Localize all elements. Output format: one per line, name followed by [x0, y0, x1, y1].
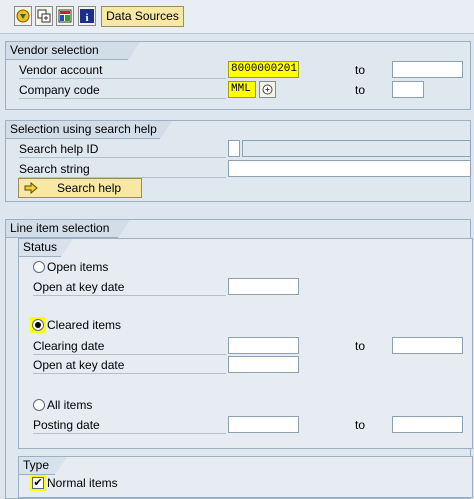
- open-key-date-input[interactable]: [228, 278, 299, 295]
- normal-items-label: Normal items: [47, 476, 118, 490]
- search-help-title: Selection using search help: [6, 121, 160, 139]
- line-item-selection-title: Line item selection: [6, 220, 118, 238]
- posting-date-from-input[interactable]: [228, 416, 299, 433]
- tab-notch: [61, 239, 73, 257]
- vendor-account-to-input[interactable]: [392, 61, 463, 78]
- search-help-id-label: Search help ID: [19, 141, 226, 158]
- clearing-date-to-input[interactable]: [392, 337, 463, 354]
- all-items-label: All items: [47, 398, 93, 412]
- search-help-id-description: [242, 140, 471, 157]
- cleared-items-label: Cleared items: [47, 318, 122, 332]
- cleared-key-date-label: Open at key date: [33, 357, 226, 374]
- layout-icon[interactable]: [56, 6, 74, 26]
- execute-icon[interactable]: [14, 6, 32, 26]
- all-items-radio[interactable]: [33, 399, 45, 411]
- vendor-account-to-label: to: [355, 63, 366, 77]
- posting-date-to-input[interactable]: [392, 416, 463, 433]
- clearing-date-to-label: to: [355, 339, 366, 353]
- vendor-selection-title: Vendor selection: [6, 42, 128, 60]
- company-code-to-input[interactable]: [392, 81, 424, 98]
- svg-text:i: i: [85, 12, 88, 23]
- company-code-input[interactable]: MML: [228, 81, 256, 98]
- company-code-to-label: to: [355, 83, 366, 97]
- tab-notch: [55, 457, 67, 475]
- cleared-items-radio[interactable]: [32, 319, 44, 331]
- search-help-button[interactable]: Search help: [18, 178, 142, 198]
- search-help-button-label: Search help: [57, 181, 122, 195]
- tab-notch: [128, 42, 140, 60]
- vendor-account-input[interactable]: 8000000201: [228, 61, 299, 78]
- clearing-date-label: Clearing date: [33, 338, 226, 355]
- multiple-selection-icon[interactable]: [259, 81, 276, 98]
- normal-items-checkbox[interactable]: ✔: [32, 477, 44, 489]
- clearing-date-from-input[interactable]: [228, 337, 299, 354]
- search-string-input[interactable]: [228, 160, 471, 177]
- tab-notch: [118, 220, 130, 238]
- search-help-id-input[interactable]: [228, 140, 240, 157]
- open-items-radio[interactable]: [33, 261, 45, 273]
- open-items-label: Open items: [47, 260, 109, 274]
- arrow-right-icon: [24, 182, 38, 194]
- cleared-key-date-input[interactable]: [228, 356, 299, 373]
- status-title: Status: [19, 239, 61, 257]
- company-code-label: Company code: [19, 82, 226, 99]
- posting-date-to-label: to: [355, 418, 366, 432]
- posting-date-label: Posting date: [33, 417, 226, 434]
- tab-notch: [160, 121, 172, 139]
- data-sources-button[interactable]: Data Sources: [101, 6, 184, 27]
- search-string-label: Search string: [19, 161, 226, 178]
- info-icon[interactable]: i: [78, 6, 96, 26]
- copy-selection-icon[interactable]: [35, 6, 53, 26]
- open-key-date-label: Open at key date: [33, 279, 226, 296]
- type-title: Type: [19, 457, 55, 475]
- vendor-account-label: Vendor account: [19, 62, 226, 79]
